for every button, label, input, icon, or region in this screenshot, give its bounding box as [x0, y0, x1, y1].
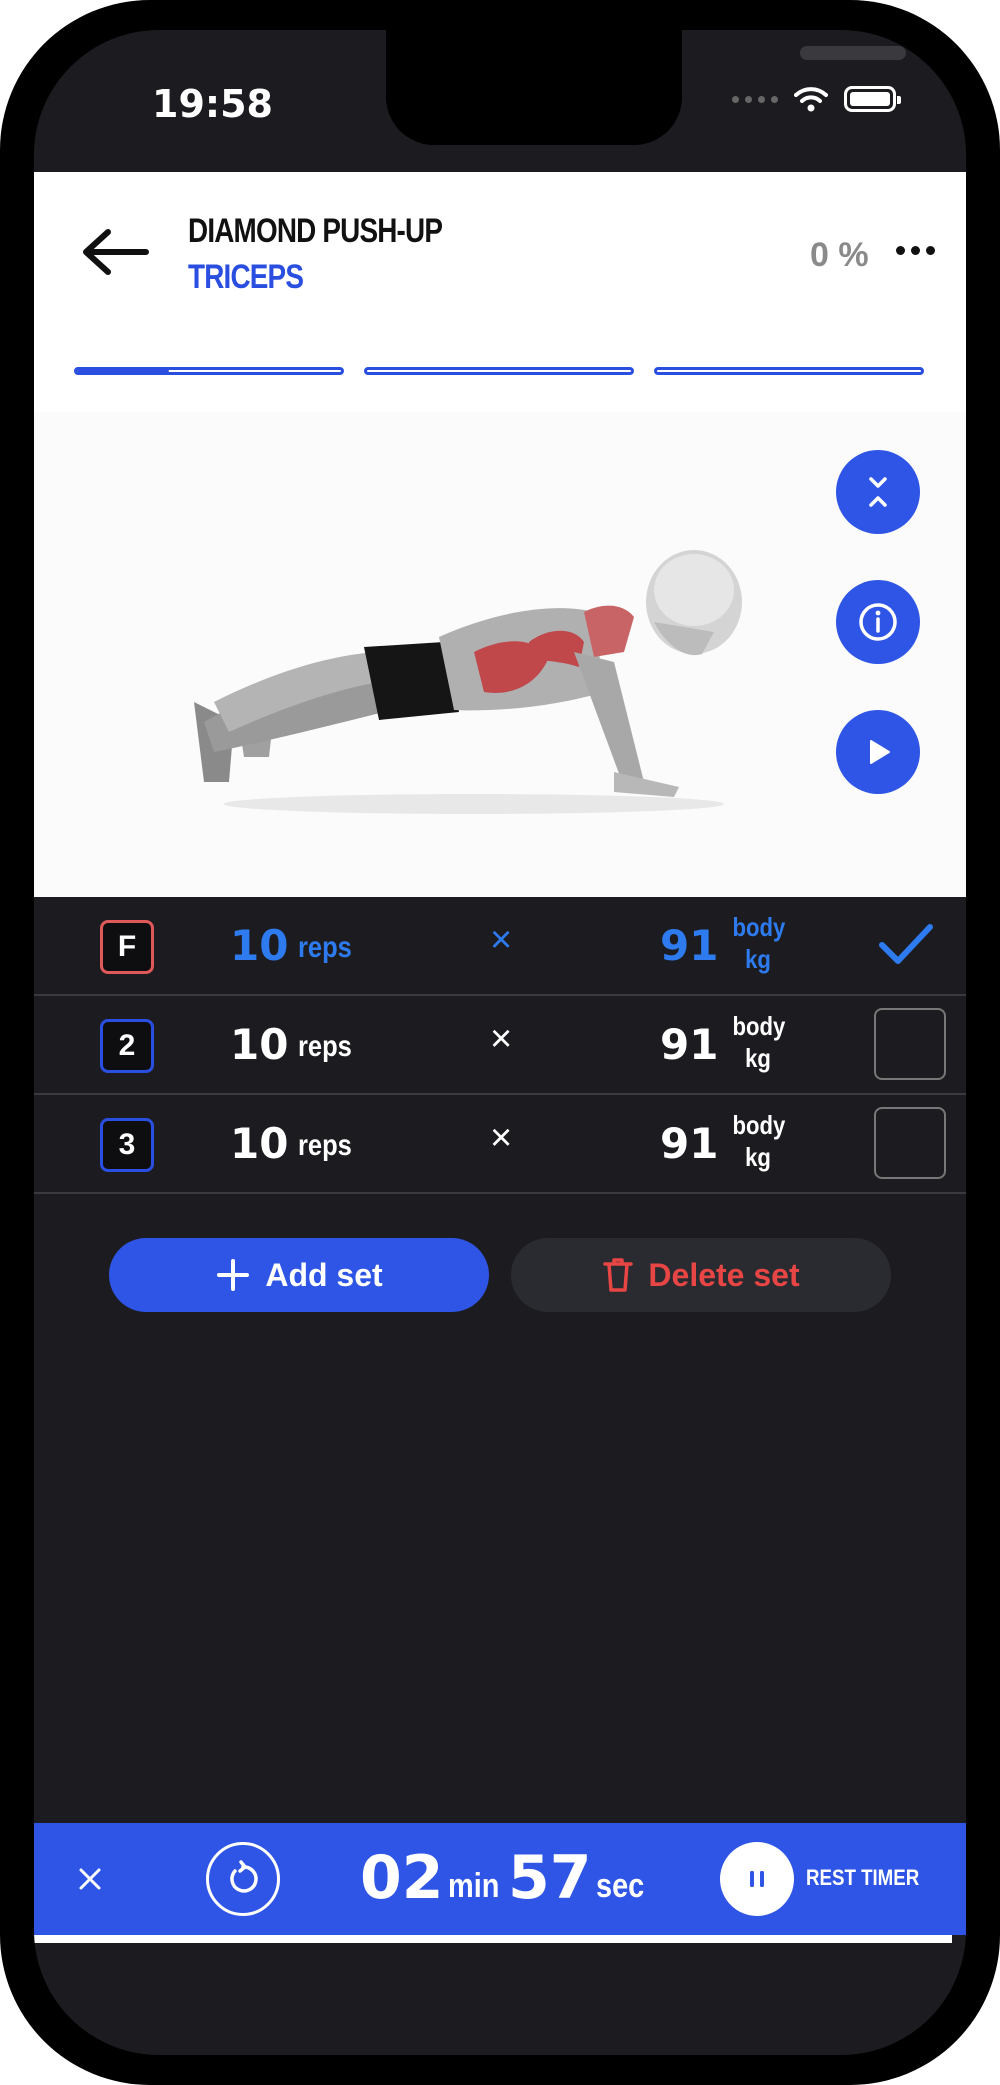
times-sign: ×: [490, 919, 513, 961]
reps-unit: reps: [298, 931, 352, 964]
battery-icon: [844, 86, 901, 112]
timer-progress-line: [34, 1935, 952, 1943]
play-icon: [870, 740, 890, 764]
set-row[interactable]: 2 10 reps × 91 body kg: [34, 996, 966, 1095]
weight-unit-bottom: kg: [745, 944, 771, 974]
pause-icon: [750, 1871, 764, 1887]
status-icons: [732, 86, 901, 112]
weight-unit-top: body: [732, 1011, 786, 1041]
reps-unit: reps: [298, 1129, 352, 1162]
timer-min-unit: min: [448, 1867, 500, 1905]
plus-icon: [217, 1259, 250, 1291]
progress-segment: [654, 367, 924, 375]
weight-unit-top: body: [732, 912, 786, 942]
progress-segment: [74, 367, 344, 375]
weight-unit-top: body: [732, 1110, 786, 1140]
wifi-icon: [794, 87, 828, 112]
info-icon: [859, 603, 897, 641]
completion-percent: 0 %: [810, 236, 869, 274]
reset-icon: [230, 1860, 258, 1893]
collapse-icon: [869, 477, 887, 507]
weight-value[interactable]: 91: [660, 1020, 718, 1069]
timer-sec-unit: sec: [596, 1867, 645, 1905]
timer-minutes: 02: [360, 1843, 444, 1913]
rest-timer-bar: 02 min 57 sec REST TIMER: [34, 1823, 966, 1935]
times-sign: ×: [490, 1018, 513, 1060]
weight-unit: body kg: [732, 1109, 786, 1173]
exercise-title: DIAMOND PUSH-UP: [188, 212, 443, 250]
progress-segment: [364, 367, 634, 375]
weight-unit: body kg: [732, 911, 786, 975]
set-badge[interactable]: 3: [100, 1118, 154, 1172]
exercise-illustration: [194, 550, 742, 814]
reset-timer-button[interactable]: [206, 1842, 280, 1916]
signal-icon: [732, 95, 778, 103]
reps-value[interactable]: 10: [230, 1119, 288, 1168]
reps-value[interactable]: 10: [230, 1020, 288, 1069]
camera: [922, 38, 946, 62]
timer-seconds: 57: [508, 1843, 592, 1913]
status-time: 19:58: [152, 82, 273, 126]
add-set-button[interactable]: Add set: [109, 1238, 489, 1312]
weight-value[interactable]: 91: [660, 1119, 718, 1168]
weight-unit-bottom: kg: [745, 1142, 771, 1172]
checkmark-icon[interactable]: [876, 919, 936, 969]
pause-timer-button[interactable]: [720, 1842, 794, 1916]
set-done-checkbox[interactable]: [874, 1107, 946, 1179]
reps-unit: reps: [298, 1030, 352, 1063]
delete-set-label: Delete set: [648, 1256, 800, 1293]
exercise-animation: [34, 412, 966, 937]
add-set-label: Add set: [265, 1256, 383, 1293]
sets-list: F 10 reps × 91 body kg 2 10 reps × 91 bo…: [34, 897, 966, 1194]
weight-unit-bottom: kg: [745, 1043, 771, 1073]
reps-value[interactable]: 10: [230, 921, 288, 970]
muscle-group: TRICEPS: [188, 258, 304, 296]
play-button[interactable]: [836, 710, 920, 794]
set-done-checkbox[interactable]: [874, 1008, 946, 1080]
notch: [386, 30, 946, 145]
back-arrow-icon[interactable]: [74, 222, 154, 282]
phone-frame: 19:58 DIAMOND PUSH-UP TRICEPS 0 % F 10 r…: [0, 0, 1000, 2085]
set-row[interactable]: F 10 reps × 91 body kg: [34, 897, 966, 996]
delete-set-button[interactable]: Delete set: [511, 1238, 891, 1312]
exercise-header: DIAMOND PUSH-UP TRICEPS 0 %: [34, 172, 966, 412]
set-badge[interactable]: 2: [100, 1019, 154, 1073]
set-row[interactable]: 3 10 reps × 91 body kg: [34, 1095, 966, 1194]
collapse-button[interactable]: [836, 450, 920, 534]
speaker: [800, 46, 906, 60]
close-icon: [79, 1868, 101, 1890]
more-options-icon[interactable]: [896, 246, 935, 255]
screen: 19:58 DIAMOND PUSH-UP TRICEPS 0 % F 10 r…: [34, 30, 966, 2055]
info-button[interactable]: [836, 580, 920, 664]
weight-unit: body kg: [732, 1010, 786, 1074]
rest-timer-label: REST TIMER: [806, 1865, 920, 1890]
times-sign: ×: [490, 1117, 513, 1159]
trash-icon: [603, 1258, 634, 1292]
weight-value[interactable]: 91: [660, 921, 718, 970]
set-badge[interactable]: F: [100, 920, 154, 974]
close-timer-button[interactable]: [62, 1851, 118, 1907]
